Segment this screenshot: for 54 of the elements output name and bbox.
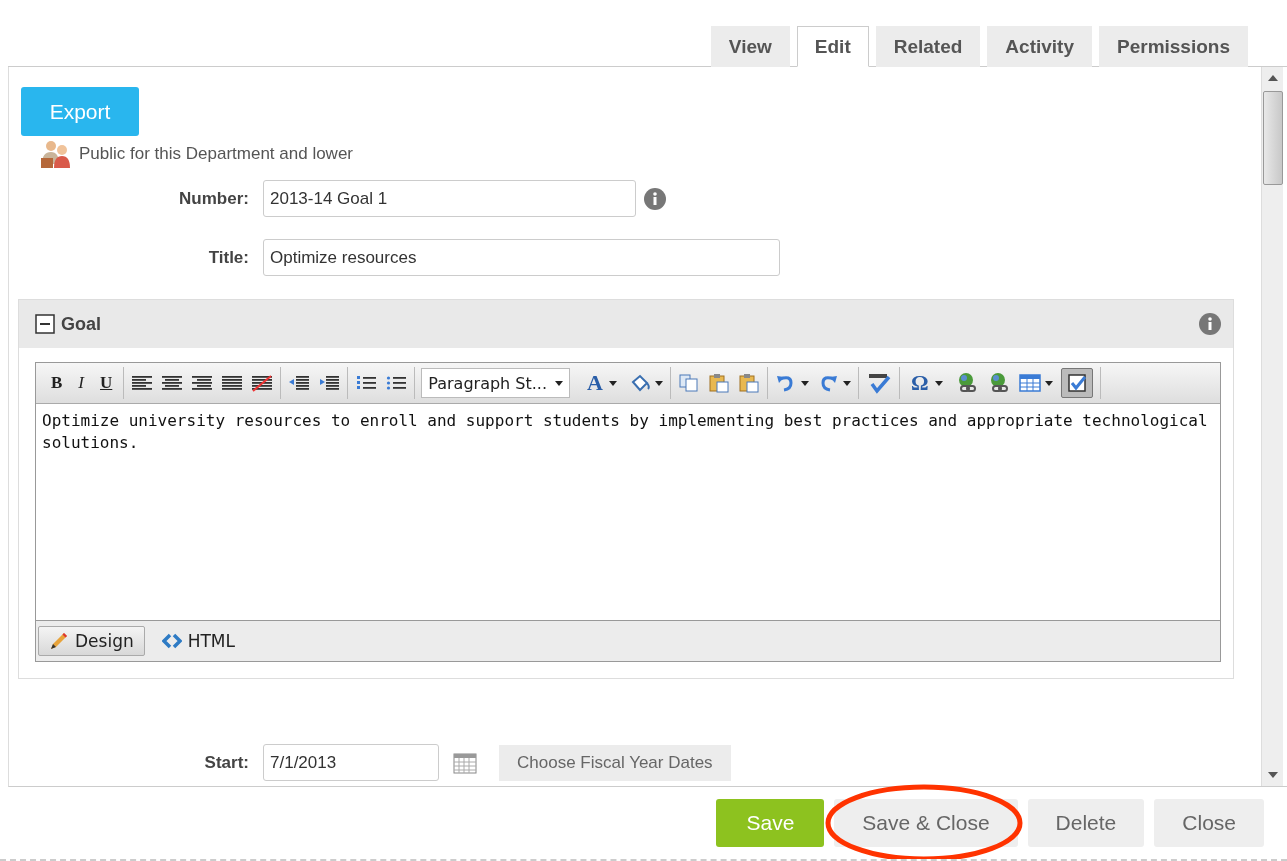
- field-label: Number:: [178, 188, 249, 209]
- strikethrough-lines-icon[interactable]: [251, 374, 274, 392]
- copy-icon[interactable]: [677, 373, 700, 393]
- text-field[interactable]: Optimize resources: [263, 239, 780, 276]
- align-icon[interactable]: [191, 374, 214, 392]
- field-label: Title:: [207, 247, 249, 268]
- code-icon: [161, 633, 182, 649]
- visibility-text: Public for this Department and lower: [79, 144, 354, 164]
- text-field[interactable]: 2013-14 Goal 1: [263, 180, 636, 217]
- indent-icon[interactable]: [318, 374, 341, 392]
- table-icon[interactable]: [1018, 373, 1053, 393]
- symbol-button[interactable]: Ω: [906, 370, 947, 396]
- align-icon[interactable]: [131, 374, 154, 392]
- panel-title: Goal: [61, 313, 101, 335]
- scroll-thumb[interactable]: [1262, 91, 1283, 185]
- action-button[interactable]: Delete: [1027, 799, 1145, 847]
- tab[interactable]: Activity: [987, 26, 1092, 67]
- editor-mode-tab[interactable]: HTML: [150, 626, 246, 656]
- people-icon: [39, 138, 73, 170]
- paste-icon[interactable]: [707, 373, 730, 393]
- format-button[interactable]: U: [96, 373, 117, 393]
- caret-icon: [608, 380, 617, 386]
- scrollbar[interactable]: [1261, 67, 1283, 786]
- numbered-list-icon[interactable]: [355, 374, 378, 392]
- tab[interactable]: Permissions: [1099, 26, 1248, 67]
- scroll-down-icon[interactable]: [1267, 772, 1278, 778]
- field-label: Start:: [203, 752, 249, 773]
- info-icon[interactable]: [1199, 313, 1221, 335]
- scroll-up-icon[interactable]: [1267, 75, 1278, 81]
- caret-icon: [934, 380, 943, 386]
- caret-icon: [555, 380, 564, 386]
- paragraph-style-dropdown[interactable]: Paragraph St...: [421, 368, 571, 398]
- info-icon[interactable]: [644, 187, 666, 210]
- tab[interactable]: Edit: [796, 26, 869, 67]
- tab[interactable]: Related: [875, 26, 981, 67]
- indent-icon[interactable]: [288, 374, 311, 392]
- pencil-icon: [49, 631, 69, 651]
- action-button[interactable]: Close: [1154, 799, 1264, 847]
- undo-icon[interactable]: [774, 373, 809, 393]
- format-button[interactable]: I: [74, 373, 88, 393]
- fiscal-year-button[interactable]: Choose Fiscal Year Dates: [499, 744, 731, 781]
- editor-mode-tab[interactable]: Design: [38, 626, 145, 656]
- action-button[interactable]: Save & Close: [834, 799, 1018, 847]
- bullet-list-icon[interactable]: [385, 374, 408, 392]
- toggle-icon[interactable]: [1060, 368, 1093, 398]
- align-icon[interactable]: [221, 374, 244, 392]
- collapse-icon[interactable]: [35, 314, 55, 334]
- calendar-icon[interactable]: [453, 751, 477, 774]
- date-field[interactable]: 7/1/2013: [263, 744, 439, 781]
- format-button[interactable]: B: [47, 373, 67, 393]
- font-color-button[interactable]: A: [583, 370, 621, 396]
- tab[interactable]: View: [710, 26, 790, 67]
- align-icon[interactable]: [161, 374, 184, 392]
- paste-icon[interactable]: [737, 373, 760, 393]
